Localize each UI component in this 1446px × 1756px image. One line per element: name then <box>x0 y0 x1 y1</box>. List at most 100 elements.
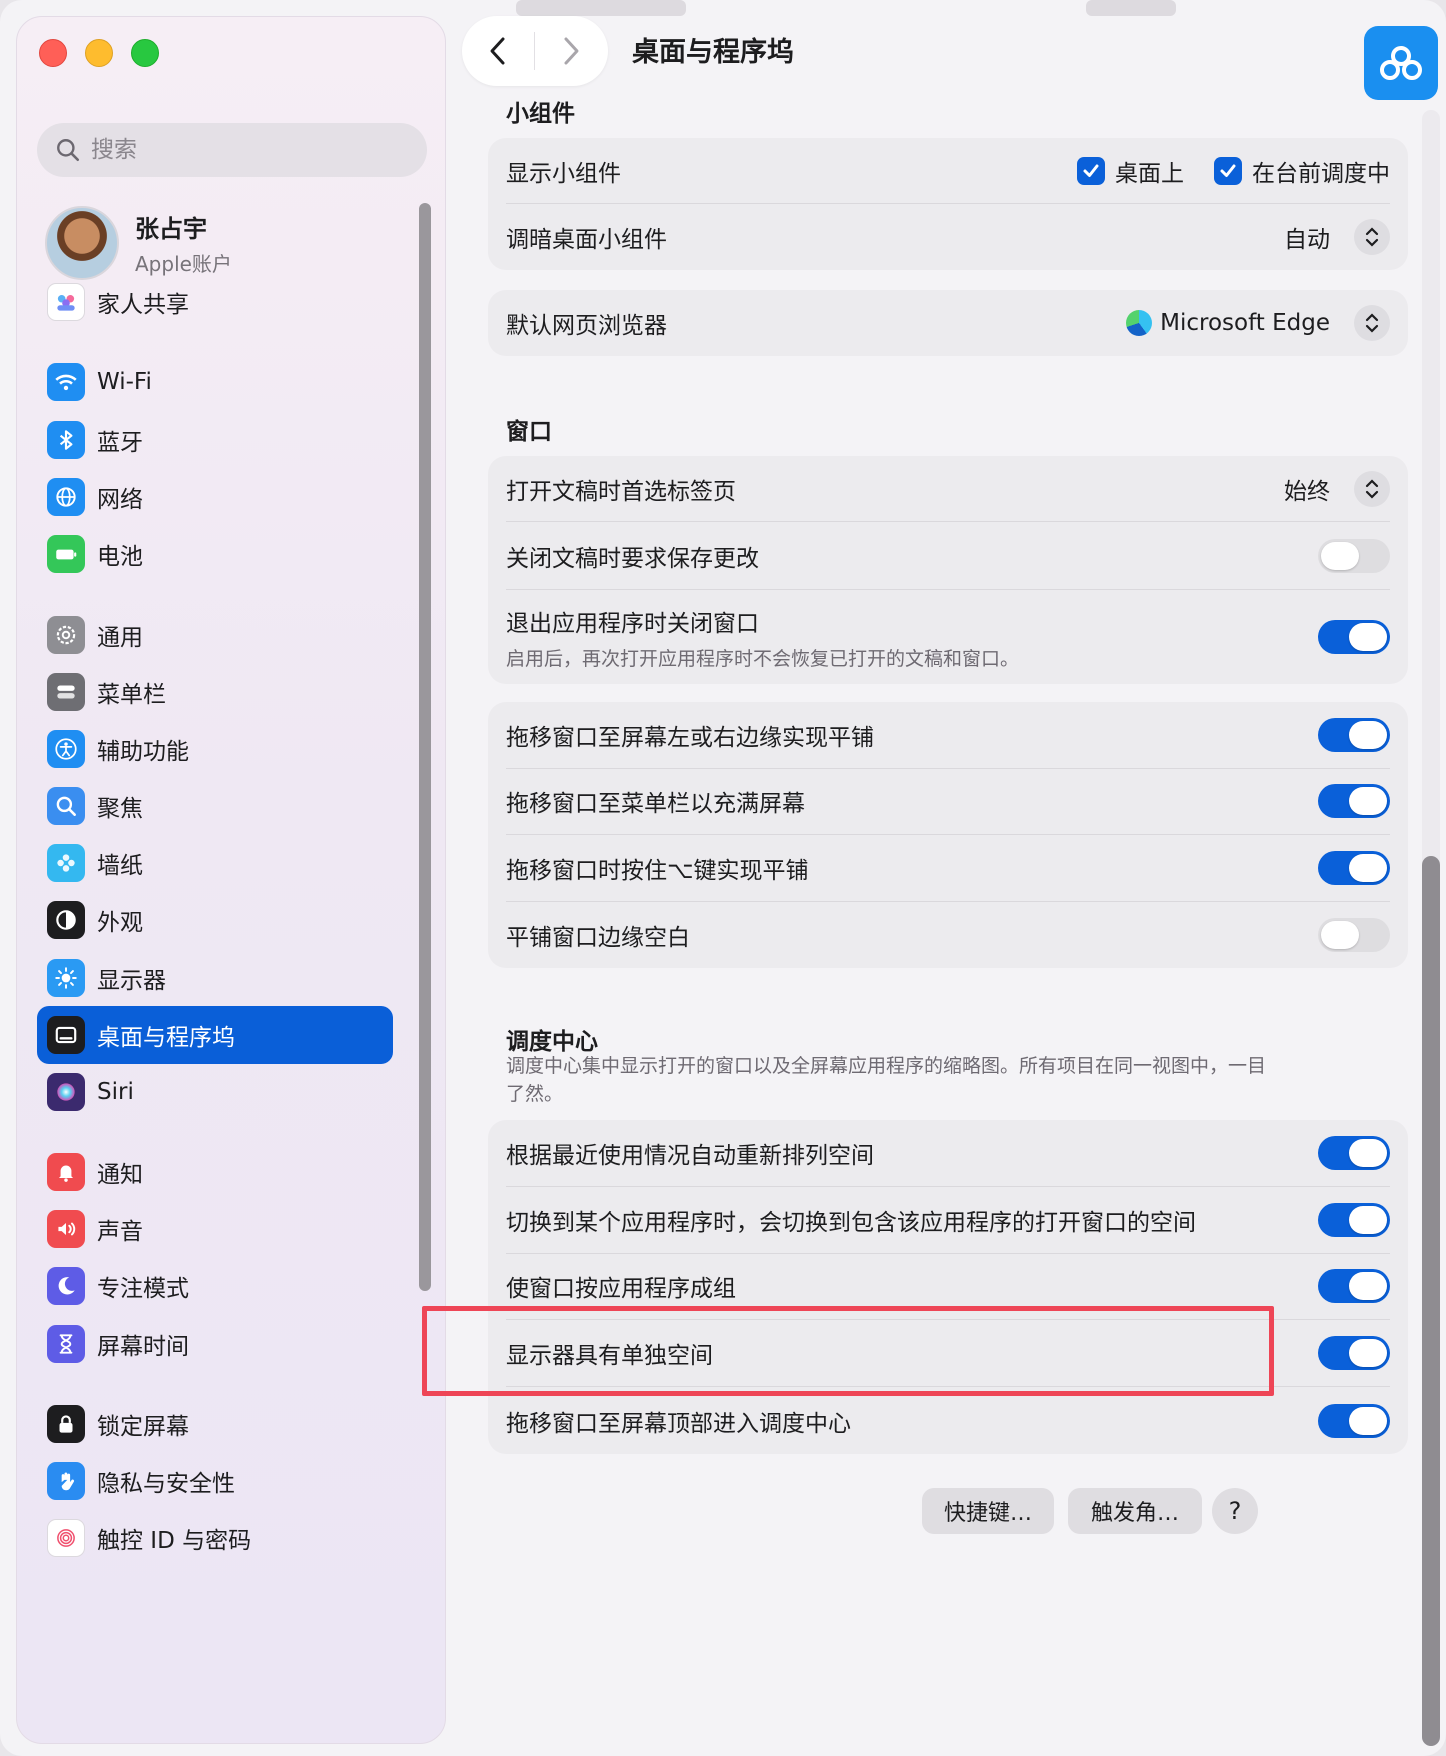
sidebar-item-label: 隐私与安全性 <box>97 1471 235 1497</box>
close-windows-toggle[interactable] <box>1318 620 1390 654</box>
appearance-icon <box>47 901 85 939</box>
sidebar-item-label: 锁定屏幕 <box>97 1414 189 1440</box>
checkbox-label: 桌面上 <box>1115 160 1184 187</box>
setting-toggle[interactable] <box>1318 1269 1390 1304</box>
search-box[interactable] <box>37 123 427 177</box>
show-widgets-row: 显示小组件 桌面上 在台前调度中 <box>506 138 1390 204</box>
sidebar-item-moon[interactable]: 专注模式 <box>37 1257 393 1315</box>
sidebar-item-bluetooth[interactable]: 蓝牙 <box>37 411 393 469</box>
popup-value: 自动 <box>1284 227 1330 253</box>
sidebar-item-label: 通用 <box>97 625 143 651</box>
toggle-row: 切换到某个应用程序时，会切换到包含该应用程序的打开窗口的空间 <box>506 1187 1390 1254</box>
display-icon <box>47 959 85 997</box>
edge-browser-icon <box>1126 310 1153 336</box>
chevron-right-icon <box>564 37 579 65</box>
profile-name: 张占宇 <box>135 215 207 243</box>
sidebar-scrollbar[interactable] <box>419 203 431 1291</box>
widgets-in-stage-manager-checkbox[interactable]: 在台前调度中 <box>1214 154 1390 188</box>
default-browser-label: 默认网页浏览器 <box>506 313 667 339</box>
accessibility-icon <box>47 730 85 768</box>
toggle-row-label: 拖移窗口至屏幕左或右边缘实现平铺 <box>506 724 874 751</box>
default-browser-popup[interactable]: Microsoft Edge <box>1126 305 1390 341</box>
sidebar-item-label: 显示器 <box>97 968 166 994</box>
setting-toggle[interactable] <box>1318 850 1390 885</box>
help-button[interactable]: ? <box>1212 1488 1258 1534</box>
main-pane: 桌面与程序坞 小组件 显示小组件 桌面上 在台前调度中 调暗桌面小组件 自动 默… <box>446 0 1446 1756</box>
close-windows-label: 退出应用程序时关闭窗口 <box>506 610 759 637</box>
sidebar-item-wifi[interactable]: Wi-Fi <box>37 353 393 411</box>
sidebar-item-label: 触控 ID 与密码 <box>97 1528 252 1554</box>
setting-toggle[interactable] <box>1318 917 1390 952</box>
checkbox-label: 在台前调度中 <box>1252 160 1390 187</box>
sidebar-item-label: 电池 <box>97 544 143 570</box>
toggle-row: 根据最近使用情况自动重新排列空间 <box>506 1120 1390 1187</box>
wifi-icon <box>47 363 85 401</box>
hand-icon <box>47 1462 85 1500</box>
sidebar-item-speaker[interactable]: 声音 <box>37 1200 393 1258</box>
widgets-on-desktop-checkbox[interactable]: 桌面上 <box>1077 154 1184 188</box>
setting-toggle[interactable] <box>1318 1202 1390 1237</box>
toggle-row-label: 拖移窗口至屏幕顶部进入调度中心 <box>506 1410 851 1437</box>
toggle-row-label: 根据最近使用情况自动重新排列空间 <box>506 1142 874 1169</box>
main-scrollbar[interactable] <box>1422 856 1440 1746</box>
toggle-row: 拖移窗口时按住⌥键实现平铺 <box>506 835 1390 902</box>
sidebar-item-accessibility[interactable]: 辅助功能 <box>37 720 393 778</box>
sidebar-item-menubar[interactable]: 菜单栏 <box>37 663 393 721</box>
close-window-button[interactable] <box>39 39 67 67</box>
faded-header-ghost <box>1086 0 1176 16</box>
close-windows-row: 退出应用程序时关闭窗口 启用后，再次打开应用程序时不会恢复已打开的文稿和窗口。 <box>506 590 1390 684</box>
sidebar-item-label: 聚焦 <box>97 796 143 822</box>
dim-widgets-row: 调暗桌面小组件 自动 <box>506 204 1390 270</box>
ask-keep-changes-toggle[interactable] <box>1318 538 1390 573</box>
hot-corners-button[interactable]: 触发角… <box>1068 1488 1202 1534</box>
sidebar-item-hourglass[interactable]: 屏幕时间 <box>37 1315 393 1373</box>
setting-toggle[interactable] <box>1318 1336 1390 1371</box>
sidebar-item-display[interactable]: 显示器 <box>37 949 393 1007</box>
sidebar-item-label: 声音 <box>97 1219 143 1245</box>
sidebar-item-label: 专注模式 <box>97 1276 189 1302</box>
zoom-window-button[interactable] <box>131 39 159 67</box>
forward-button[interactable] <box>535 16 607 86</box>
highlight-box <box>422 1306 1274 1396</box>
sidebar-item-siri[interactable]: Siri <box>37 1063 393 1121</box>
search-input[interactable] <box>91 137 411 163</box>
prefer-tabs-popup[interactable]: 始终 <box>1284 470 1390 507</box>
sidebar-item-battery[interactable]: 电池 <box>37 525 393 583</box>
spotlight-icon <box>47 787 85 825</box>
chevron-left-icon <box>490 37 505 65</box>
sidebar-item-bell[interactable]: 通知 <box>37 1143 393 1201</box>
up-down-chevron-icon <box>1365 227 1379 247</box>
apple-account-profile[interactable]: 张占宇 Apple账户 <box>45 203 405 283</box>
toggle-row-label: 使窗口按应用程序成组 <box>506 1276 736 1303</box>
sidebar-item-family[interactable]: 家人共享 <box>37 273 393 331</box>
shortcuts-button[interactable]: 快捷键… <box>922 1488 1054 1534</box>
sidebar-item-dock[interactable]: 桌面与程序坞 <box>37 1006 393 1064</box>
setting-toggle[interactable] <box>1318 1403 1390 1438</box>
sidebar-item-spotlight[interactable]: 聚焦 <box>37 777 393 835</box>
avatar <box>45 206 119 280</box>
settings-window: 张占宇 Apple账户 家人共享 Wi-Fi 蓝牙网络电池通用菜单栏辅助功能聚焦墙纸… <box>0 0 1446 1756</box>
widgets-section-title: 小组件 <box>506 101 575 127</box>
sidebar-item-gear[interactable]: 通用 <box>37 606 393 664</box>
search-icon <box>57 139 80 162</box>
sidebar-item-label: 墙纸 <box>97 853 143 879</box>
setting-toggle[interactable] <box>1318 784 1390 819</box>
sidebar-item-label: 外观 <box>97 910 143 936</box>
sidebar-item-label: Wi-Fi <box>97 369 152 395</box>
checkmark-icon <box>1083 164 1099 177</box>
dim-widgets-popup[interactable]: 自动 <box>1284 219 1390 255</box>
sidebar-item-lock[interactable]: 锁定屏幕 <box>37 1395 393 1453</box>
setting-toggle[interactable] <box>1318 1135 1390 1170</box>
cloud-app-icon[interactable] <box>1364 26 1438 100</box>
setting-toggle[interactable] <box>1318 717 1390 752</box>
toggle-row-label: 平铺窗口边缘空白 <box>506 924 690 951</box>
sidebar-item-fingerprint[interactable]: 触控 ID 与密码 <box>37 1509 393 1567</box>
back-button[interactable] <box>462 16 534 86</box>
sidebar-item-globe[interactable]: 网络 <box>37 468 393 526</box>
toggle-row: 平铺窗口边缘空白 <box>506 902 1390 969</box>
sidebar-item-label: 通知 <box>97 1162 143 1188</box>
sidebar-item-appearance[interactable]: 外观 <box>37 891 393 949</box>
sidebar-item-hand[interactable]: 隐私与安全性 <box>37 1452 393 1510</box>
minimize-window-button[interactable] <box>85 39 113 67</box>
sidebar-item-wallpaper[interactable]: 墙纸 <box>37 834 393 892</box>
